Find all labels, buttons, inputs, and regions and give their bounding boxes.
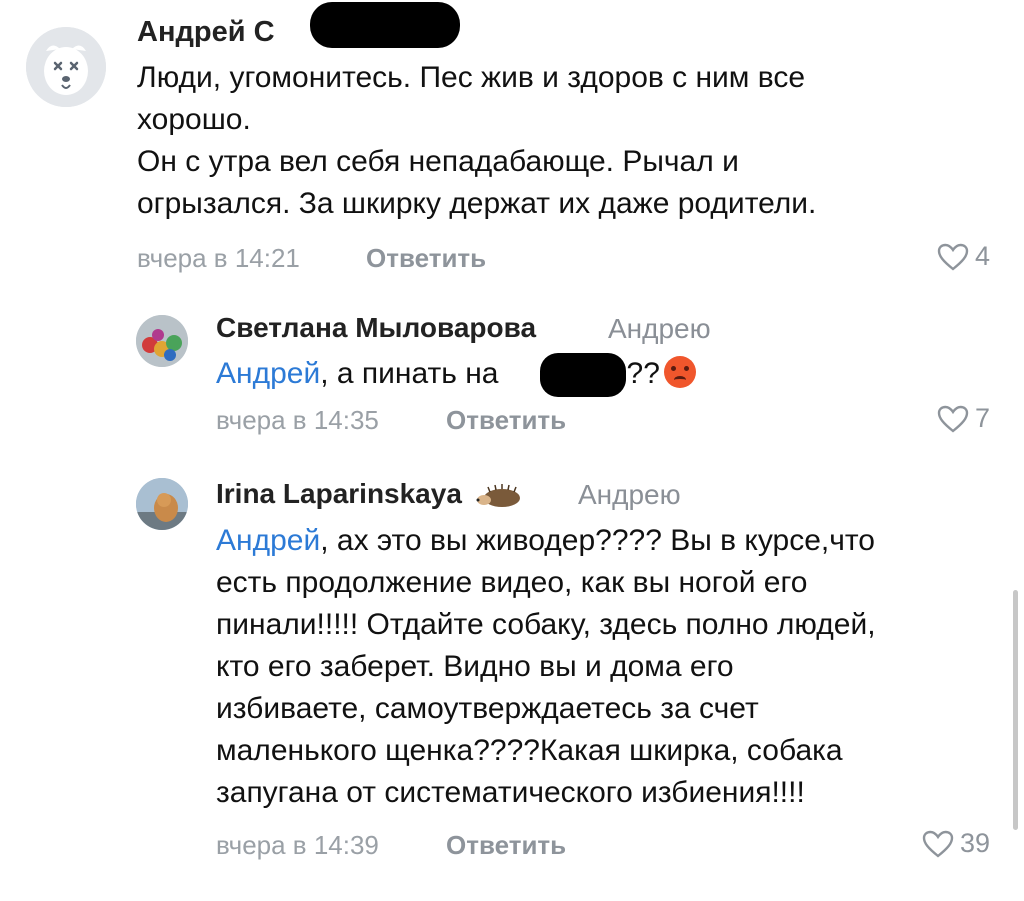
- heart-icon: [937, 405, 969, 433]
- comment-andrey: Андрей С Люди, угомонитесь. Пес жив и зд…: [0, 0, 1024, 290]
- text-line: хорошо.: [137, 103, 251, 136]
- avatar-irina[interactable]: [136, 478, 188, 530]
- comment-time: вчера в 14:21: [137, 243, 300, 273]
- angry-face-icon: [663, 356, 696, 388]
- text-line: кто его заберет. Видно вы и дома его: [216, 650, 734, 683]
- mention-link[interactable]: Андрей: [216, 357, 320, 390]
- comment-text: Люди, угомонитесь. Пес жив и здоров с ни…: [137, 57, 997, 225]
- text-line: маленького щенка????Какая шкирка, собака: [216, 734, 843, 767]
- comment-svetlana: Светлана Мыловарова Андрею Андрей, а пин…: [0, 290, 1024, 460]
- redaction-mark: [310, 2, 460, 48]
- text-line: есть продолжение видео, как вы ногой его: [216, 566, 808, 599]
- hedgehog-icon: [476, 483, 520, 507]
- comment-author[interactable]: Андрей С: [137, 16, 275, 49]
- comment-time: вчера в 14:35: [216, 405, 379, 435]
- text-line: огрызался. За шкирку держат их даже роди…: [137, 187, 817, 220]
- mention-link[interactable]: Андрей: [216, 524, 320, 557]
- like-button[interactable]: 39: [922, 828, 990, 859]
- like-count: 7: [974, 403, 990, 433]
- like-button[interactable]: 4: [937, 241, 990, 272]
- reply-button[interactable]: Ответить: [366, 243, 486, 274]
- reply-button[interactable]: Ответить: [446, 405, 566, 436]
- scrollbar[interactable]: [1013, 590, 1018, 830]
- comment-text: Андрей, ах это вы живодер???? Вы в курсе…: [216, 520, 996, 814]
- reply-button[interactable]: Ответить: [446, 830, 566, 861]
- comment-author[interactable]: Irina Laparinskaya: [216, 478, 524, 510]
- redaction-mark: [540, 353, 626, 397]
- heart-icon: [937, 243, 969, 271]
- text-line: пинали!!!!! Отдайте собаку, здесь полно …: [216, 608, 876, 641]
- text-line: избиваете, самоутверждаетесь за счет: [216, 692, 759, 725]
- comment-irina: Irina Laparinskaya Андрею Андрей, ах это…: [0, 460, 1024, 901]
- comment-time: вчера в 14:39: [216, 830, 379, 860]
- avatar-deactivated-dog[interactable]: [26, 27, 106, 107]
- heart-icon: [922, 830, 954, 858]
- author-name: Irina Laparinskaya: [216, 478, 462, 509]
- like-count: 39: [959, 828, 990, 858]
- text-line: Андрей, ах это вы живодер???? Вы в курсе…: [216, 520, 996, 562]
- text-line: Он с утра вел себя непадабающе. Рычал и: [137, 145, 739, 178]
- like-button[interactable]: 7: [937, 403, 990, 434]
- reply-to-label[interactable]: Андрею: [608, 313, 711, 345]
- reply-to-label[interactable]: Андрею: [578, 479, 681, 511]
- avatar-svetlana[interactable]: [136, 315, 188, 367]
- like-count: 4: [974, 241, 990, 271]
- text-line: запугана от систематического избиения!!!…: [216, 776, 805, 809]
- text-fragment: , ах это вы живодер???? Вы в курсе,что: [320, 524, 875, 557]
- text-line: Люди, угомонитесь. Пес жив и здоров с ни…: [137, 61, 806, 94]
- comment-author[interactable]: Светлана Мыловарова: [216, 312, 536, 344]
- text-fragment: , а пинать на: [320, 357, 499, 390]
